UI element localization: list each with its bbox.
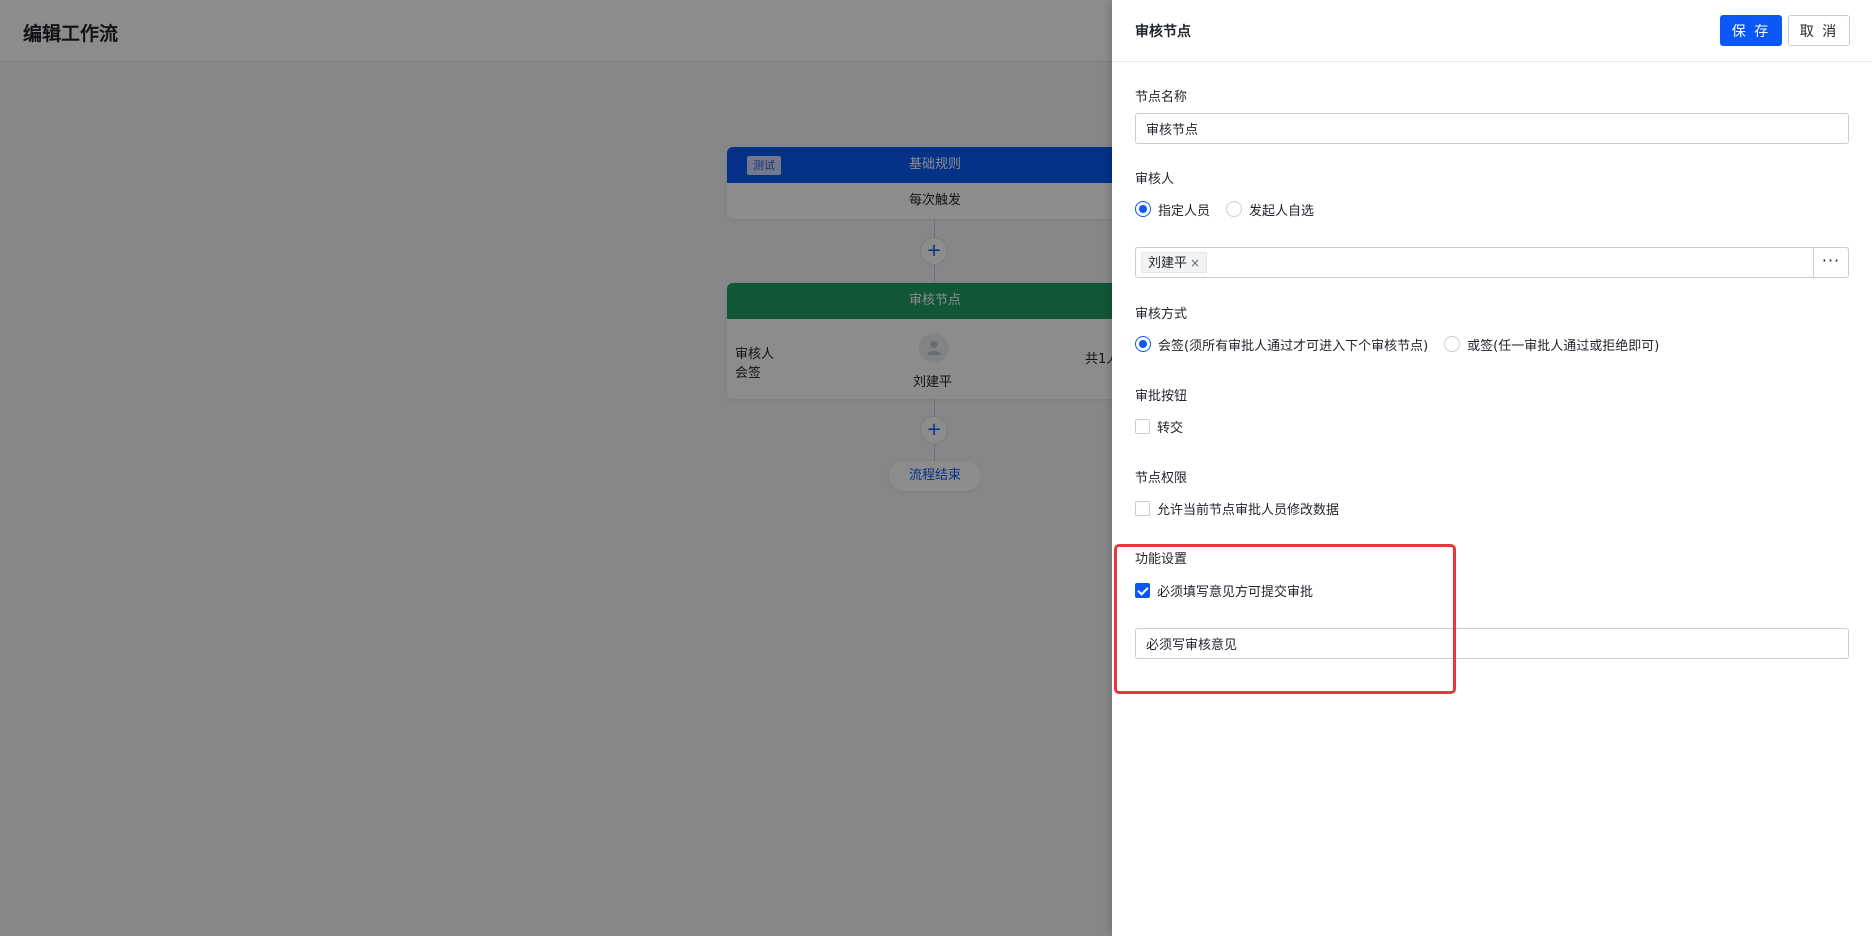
- checkbox-label[interactable]: 允许当前节点审批人员修改数据: [1157, 499, 1339, 518]
- cancel-button[interactable]: 取 消: [1788, 15, 1850, 46]
- approver-type-group: 指定人员 发起人自选: [1135, 200, 1330, 219]
- checkbox-transfer[interactable]: [1135, 418, 1150, 434]
- approval-buttons-label: 审批按钮: [1135, 389, 1188, 404]
- checkbox-allow-edit[interactable]: [1135, 500, 1150, 516]
- approver-label: 审核人: [1135, 172, 1175, 187]
- drawer-header: 审核节点 保 存 取 消: [1112, 0, 1872, 62]
- radio-label[interactable]: 会签(须所有审批人通过才可进入下个审核节点): [1158, 335, 1428, 354]
- radio-countersign[interactable]: [1135, 336, 1151, 352]
- radio-specified-person[interactable]: [1135, 201, 1151, 217]
- more-options-button[interactable]: ···: [1813, 248, 1848, 277]
- member-tag: 刘建平 ×: [1141, 252, 1208, 273]
- radio-label[interactable]: 或签(任一审批人通过或拒绝即可): [1467, 335, 1659, 354]
- approver-member-select[interactable]: 刘建平 × ···: [1135, 247, 1849, 278]
- member-tag-name: 刘建平: [1148, 256, 1188, 271]
- node-name-label: 节点名称: [1135, 90, 1188, 105]
- radio-label[interactable]: 指定人员: [1158, 200, 1210, 219]
- feature-settings-label: 功能设置: [1135, 552, 1188, 567]
- checkbox-label[interactable]: 转交: [1157, 417, 1183, 436]
- audit-mode-label: 审核方式: [1135, 307, 1188, 322]
- checkbox-label[interactable]: 必须填写意见方可提交审批: [1157, 581, 1313, 600]
- radio-initiator-select[interactable]: [1226, 201, 1243, 217]
- opinion-input[interactable]: [1135, 628, 1849, 659]
- close-icon[interactable]: ×: [1190, 256, 1200, 270]
- node-settings-drawer: 审核节点 保 存 取 消 节点名称 审核人 指定人员 发起人自选 刘建平× ··…: [1112, 0, 1872, 936]
- radio-label[interactable]: 发起人自选: [1249, 200, 1314, 219]
- radio-or-sign[interactable]: [1444, 336, 1461, 352]
- drawer-title: 审核节点: [1135, 24, 1191, 40]
- node-permission-label: 节点权限: [1135, 471, 1188, 486]
- audit-mode-group: 会签(须所有审批人通过才可进入下个审核节点) 或签(任一审批人通过或拒绝即可): [1135, 335, 1675, 354]
- node-name-input[interactable]: [1135, 113, 1849, 144]
- approval-buttons-group: 转交: [1135, 417, 1199, 436]
- save-button[interactable]: 保 存: [1720, 15, 1782, 46]
- checkbox-require-opinion[interactable]: [1135, 582, 1150, 598]
- feature-settings-group: 必须填写意见方可提交审批: [1135, 581, 1329, 600]
- node-permission-group: 允许当前节点审批人员修改数据: [1135, 499, 1355, 518]
